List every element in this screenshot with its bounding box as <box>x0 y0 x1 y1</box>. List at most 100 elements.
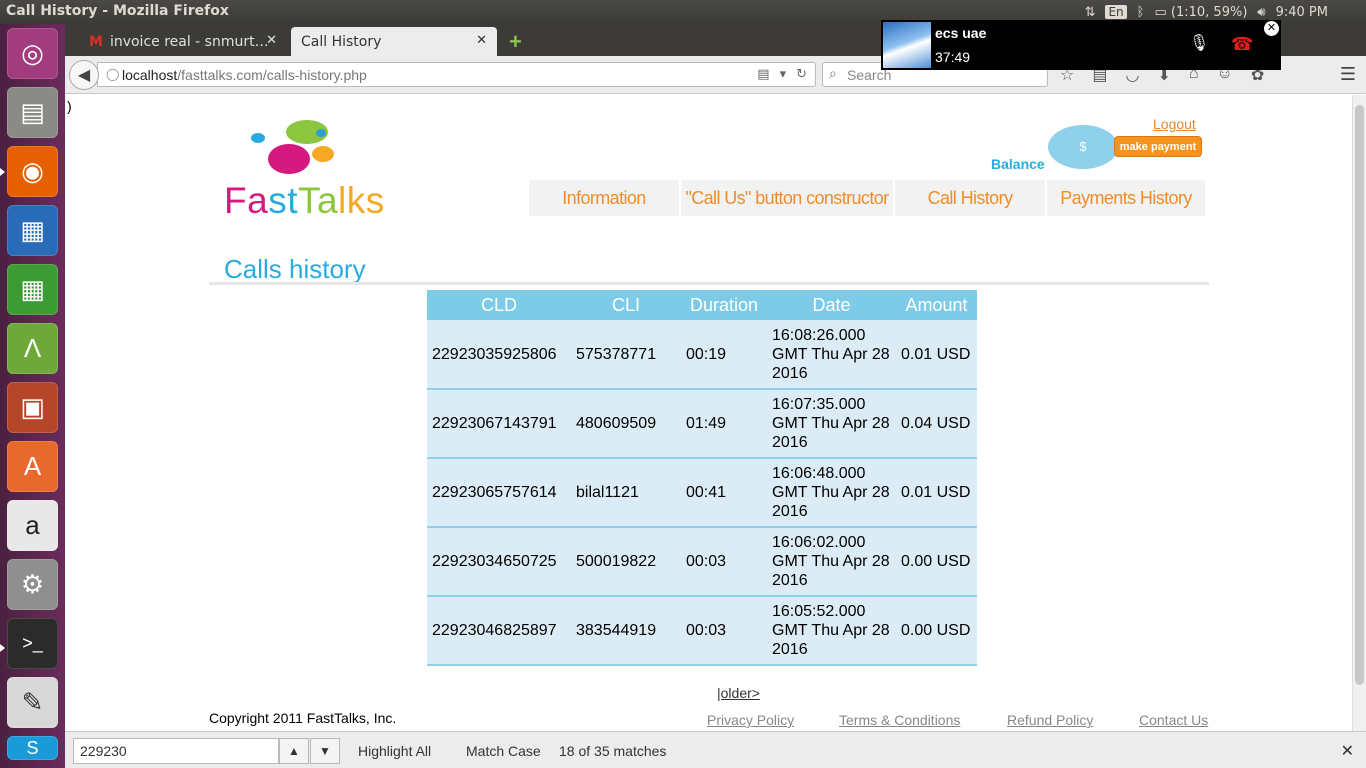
nav-information[interactable]: Information <box>529 180 679 216</box>
tab-invoice[interactable]: M invoice real - snmurt… ✕ <box>79 27 287 56</box>
logo-bubble <box>251 133 265 143</box>
logout-link[interactable]: Logout <box>1153 116 1196 132</box>
column-header-duration: Duration <box>681 290 767 320</box>
refund-policy-link[interactable]: Refund Policy <box>1007 712 1093 728</box>
settings-icon[interactable]: ⚙ <box>7 559 58 610</box>
hang-up-icon[interactable]: ☎ <box>1231 34 1253 55</box>
cli-cell: bilal1121 <box>571 458 681 528</box>
cld-cell: 22923034650725 <box>427 527 571 597</box>
globe-icon[interactable]: ◯ <box>106 67 119 81</box>
date-cell: 16:06:02.000 GMT Thu Apr 28 2016 <box>767 527 896 597</box>
tab-label: invoice real - snmurt… <box>109 33 269 50</box>
new-tab-icon[interactable]: + <box>509 29 522 55</box>
back-button[interactable]: ◀ <box>69 60 99 90</box>
fasttalks-logo[interactable]: FastTalks <box>224 119 385 221</box>
volume-icon[interactable]: 🔊︎ <box>1257 5 1265 20</box>
table-row: 22923046825897 383544919 00:03 16:05:52.000… <box>427 596 977 666</box>
chevron-down-icon: ▼ <box>319 744 331 758</box>
date-cell: 16:06:48.000 GMT Thu Apr 28 2016 <box>767 458 896 528</box>
reader-view-icon[interactable]: ▤ <box>757 66 769 82</box>
divider <box>209 282 1209 285</box>
skype-icon[interactable]: S <box>7 736 58 760</box>
amount-cell: 0.00 USD <box>896 527 977 597</box>
logo-bubble <box>316 129 326 137</box>
find-input[interactable]: 229230 <box>73 738 279 764</box>
url-host: localhost <box>122 66 178 83</box>
terms-link[interactable]: Terms & Conditions <box>839 712 960 728</box>
date-cell: 16:05:52.000 GMT Thu Apr 28 2016 <box>767 596 896 666</box>
writer-icon[interactable]: ▦ <box>7 205 58 256</box>
network-icon[interactable]: ⇅ <box>1085 5 1096 20</box>
battery-status: (1:10, 59%) <box>1170 4 1248 20</box>
contact-avatar <box>883 22 931 68</box>
logo-letter: s <box>365 180 385 221</box>
date-cell: 16:08:26.000 GMT Thu Apr 28 2016 <box>767 320 896 390</box>
vertical-scrollbar[interactable] <box>1352 95 1366 731</box>
cld-cell: 22923065757614 <box>427 458 571 528</box>
highlight-all-toggle[interactable]: Highlight All <box>358 743 431 759</box>
keyboard-layout-indicator[interactable]: En <box>1105 5 1127 19</box>
firefox-icon[interactable]: ◉ <box>7 146 58 197</box>
logo-letter: T <box>297 180 317 221</box>
nav-call-history[interactable]: Call History <box>895 180 1045 216</box>
logo-letter: k <box>346 180 366 221</box>
url-controls: ▤ ▾ ↻ <box>757 66 807 82</box>
scrollbar-thumb[interactable] <box>1355 105 1364 685</box>
back-arrow-icon: ◀ <box>77 67 91 84</box>
duration-cell: 01:49 <box>681 389 767 459</box>
software-center-icon[interactable]: A <box>7 441 58 492</box>
table-row: 22923034650725 500019822 00:03 16:06:02.000… <box>427 527 977 597</box>
battery-indicator[interactable]: ▭ (1:10, 59%) <box>1154 5 1247 20</box>
page-title: Calls history <box>224 254 366 284</box>
cld-cell: 22923035925806 <box>427 320 571 390</box>
balance-label: Balance <box>991 156 1045 172</box>
call-duration: 37:49 <box>935 49 971 65</box>
terminal-icon[interactable]: >_ <box>7 618 58 669</box>
make-payment-button[interactable]: make payment <box>1114 136 1202 157</box>
find-next-button[interactable]: ▼ <box>310 738 340 764</box>
text-editor-icon[interactable]: ✎ <box>7 677 58 728</box>
stray-text: ) <box>67 98 72 114</box>
find-status: 18 of 35 matches <box>559 743 667 759</box>
amount-cell: 0.00 USD <box>896 596 977 666</box>
ubuntu-dash-icon[interactable]: ◎ <box>7 28 58 79</box>
bluetooth-icon[interactable]: ᛒ <box>1137 5 1145 20</box>
date-cell: 16:07:35.000 GMT Thu Apr 28 2016 <box>767 389 896 459</box>
privacy-policy-link[interactable]: Privacy Policy <box>707 712 794 728</box>
impress-icon[interactable]: ▣ <box>7 382 58 433</box>
reload-icon[interactable]: ↻ <box>796 66 807 82</box>
amazon-icon[interactable]: a <box>7 500 58 551</box>
amount-cell: 0.01 USD <box>896 320 977 390</box>
copyright: Copyright 2011 FastTalks, Inc. <box>209 710 397 726</box>
clock[interactable]: 9:40 PM <box>1276 5 1328 20</box>
close-tab-icon[interactable]: ✕ <box>476 33 487 48</box>
contact-us-link[interactable]: Contact Us <box>1139 712 1208 728</box>
cld-cell: 22923046825897 <box>427 596 571 666</box>
close-find-bar-icon[interactable]: ✕ <box>1341 741 1354 761</box>
files-icon[interactable]: ▤ <box>7 87 58 138</box>
duration-cell: 00:03 <box>681 527 767 597</box>
tab-call-history[interactable]: Call History ✕ <box>291 27 497 56</box>
table-row: 22923067143791 480609509 01:49 16:07:35.000… <box>427 389 977 459</box>
find-previous-button[interactable]: ▲ <box>279 738 309 764</box>
match-case-toggle[interactable]: Match Case <box>466 743 541 759</box>
cli-cell: 480609509 <box>571 389 681 459</box>
nav-call-us-constructor[interactable]: "Call Us" button constructor <box>681 180 893 216</box>
android-studio-icon[interactable]: Λ <box>7 323 58 374</box>
close-icon[interactable]: ✕ <box>1264 21 1279 36</box>
duration-cell: 00:19 <box>681 320 767 390</box>
menu-icon[interactable]: ☰ <box>1340 64 1356 85</box>
call-notification[interactable]: ecs uae 37:49 🎙︎ ☎ ✕ <box>881 20 1281 70</box>
logo-letter: l <box>338 180 347 221</box>
history-dropdown-icon[interactable]: ▾ <box>780 66 787 82</box>
microphone-icon[interactable]: 🎙︎ <box>1189 33 1209 53</box>
url-bar[interactable]: ◯ localhost/fasttalks.com/calls-history.… <box>97 62 816 87</box>
calc-icon[interactable]: ▦ <box>7 264 58 315</box>
amount-cell: 0.01 USD <box>896 458 977 528</box>
nav-payments-history[interactable]: Payments History <box>1047 180 1205 216</box>
close-tab-icon[interactable]: ✕ <box>266 33 277 48</box>
older-link[interactable]: |older> <box>717 685 760 701</box>
logo-bubble <box>312 146 334 162</box>
column-header-amount: Amount <box>896 290 977 320</box>
firefox-window: M invoice real - snmurt… ✕ Call History … <box>65 24 1366 768</box>
